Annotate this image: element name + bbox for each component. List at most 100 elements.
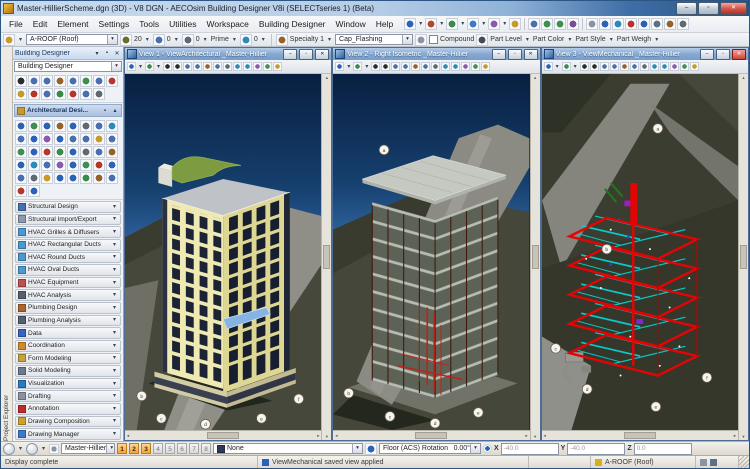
dropdown-arrow-icon[interactable]: ▾ [111, 329, 118, 337]
x-coordinate-input[interactable] [501, 443, 559, 455]
view-toggle-6[interactable]: 6 [177, 443, 187, 454]
view-display-mode-icon[interactable] [127, 62, 136, 71]
tool-icon[interactable] [80, 172, 92, 184]
section-structural-design[interactable]: Structural Design▾ [15, 201, 121, 213]
dropdown-arrow-icon[interactable]: ▾ [137, 61, 144, 73]
scrollbar-thumb[interactable] [323, 245, 330, 269]
menu-file[interactable]: File [4, 17, 28, 32]
cells-icon[interactable] [488, 18, 500, 30]
view-toggle-7[interactable]: 7 [189, 443, 199, 454]
view-toggle-1[interactable]: 1 [117, 443, 127, 454]
view-next-icon[interactable] [660, 62, 669, 71]
clip-volume-icon[interactable] [263, 62, 272, 71]
scroll-up-icon[interactable]: ▲ [533, 75, 537, 80]
pan-view-icon[interactable] [421, 62, 430, 71]
dropdown-arrow-icon[interactable]: ▾ [480, 18, 487, 30]
view-previous-icon[interactable] [441, 62, 450, 71]
acs-rotation-combo[interactable]: Floor (ACS) Rotation 0.00° ▾ [379, 443, 481, 454]
view-1-titlebar[interactable]: View 1 - ViewArchitectural _Master-Hilli… [125, 48, 331, 60]
view-toggle-4[interactable]: 4 [153, 443, 163, 454]
dropdown-arrow-icon[interactable]: ▾ [202, 34, 209, 46]
window-area-icon[interactable] [600, 62, 609, 71]
dropdown-arrow-icon[interactable]: ▾ [111, 380, 118, 388]
view-maximize-button[interactable]: ▫ [299, 49, 313, 60]
view-3-titlebar[interactable]: View 3 - ViewMechanical _Master-Hillier … [542, 48, 748, 60]
dropdown-arrow-icon[interactable]: ▾ [653, 34, 660, 46]
tool-icon[interactable] [93, 75, 105, 87]
scroll-left-icon[interactable]: ◄ [543, 433, 547, 438]
clip-mask-icon[interactable] [273, 62, 282, 71]
tool-icon[interactable] [54, 88, 66, 100]
zoom-radial-button[interactable] [26, 443, 38, 455]
accudraw-origin-icon[interactable] [483, 444, 492, 453]
tool-icon[interactable] [41, 146, 53, 158]
section-solid-modeling[interactable]: Solid Modeling▾ [15, 365, 121, 377]
vertical-scrollbar[interactable]: ▲ ▼ [530, 74, 540, 440]
dropdown-arrow-icon[interactable]: ▾ [111, 215, 118, 223]
scroll-right-icon[interactable]: ► [733, 433, 737, 438]
tool-icon[interactable] [67, 172, 79, 184]
tool-icon[interactable] [93, 146, 105, 158]
tool-icon[interactable] [28, 185, 40, 197]
tool-icon[interactable] [41, 88, 53, 100]
view-close-button[interactable]: ✕ [315, 49, 329, 60]
tool-icon[interactable] [93, 133, 105, 145]
scroll-down-icon[interactable]: ▼ [533, 434, 537, 439]
dropdown-arrow-icon[interactable]: ▾ [111, 279, 118, 287]
save-icon[interactable] [554, 18, 566, 30]
panel-dropdown-icon[interactable]: ▾ [93, 50, 101, 57]
tool-icon[interactable] [28, 146, 40, 158]
tool-icon[interactable] [15, 146, 27, 158]
scrollbar-thumb[interactable] [207, 432, 239, 439]
dropdown-arrow-icon[interactable]: ▾ [111, 417, 118, 425]
view-minimize-button[interactable]: – [283, 49, 297, 60]
tool-icon[interactable] [41, 120, 53, 132]
tool-icon[interactable] [80, 159, 92, 171]
tool-icon[interactable] [41, 159, 53, 171]
tool-icon[interactable] [54, 146, 66, 158]
dropdown-arrow-icon[interactable]: ▾ [111, 304, 118, 312]
architectural-group-header[interactable]: Architectural Desi... ▪ ▴ [14, 104, 122, 117]
walk-icon[interactable] [223, 62, 232, 71]
section-annotation[interactable]: Annotation▾ [15, 403, 121, 415]
dropdown-arrow-icon[interactable]: ▾ [111, 430, 118, 438]
tool-icon[interactable] [15, 172, 27, 184]
tool-icon[interactable] [106, 146, 118, 158]
tool-icon[interactable] [41, 133, 53, 145]
clip-mask-icon[interactable] [481, 62, 490, 71]
section-drafting[interactable]: Drafting▾ [15, 390, 121, 402]
view-toggle-2[interactable]: 2 [129, 443, 139, 454]
dropdown-arrow-icon[interactable]: ▾ [572, 61, 579, 73]
dropdown-arrow-icon[interactable]: ▾ [106, 444, 115, 453]
scrollbar-thumb[interactable] [532, 245, 539, 269]
view-groups-icon[interactable] [638, 18, 650, 30]
view-next-icon[interactable] [451, 62, 460, 71]
section-hvac-oval-ducts[interactable]: HVAC Oval Ducts▾ [15, 264, 121, 276]
compound-checkbox[interactable] [429, 35, 438, 44]
dropdown-arrow-icon[interactable]: ▾ [111, 367, 118, 375]
copy-view-icon[interactable] [670, 62, 679, 71]
vertical-scrollbar[interactable]: ▲ ▼ [321, 74, 331, 440]
dropdown-arrow-icon[interactable]: ▾ [111, 253, 118, 261]
properties-icon[interactable] [599, 18, 611, 30]
section-hvac-grilles[interactable]: HVAC Grilles & Diffusers▾ [15, 226, 121, 238]
tool-icon[interactable] [93, 172, 105, 184]
walk-icon[interactable] [431, 62, 440, 71]
section-form-modeling[interactable]: Form Modeling▾ [15, 353, 121, 365]
selection-tool-icon[interactable] [15, 75, 27, 87]
pan-view-icon[interactable] [630, 62, 639, 71]
dropdown-arrow-icon[interactable]: ▾ [111, 266, 118, 274]
tool-icon[interactable] [28, 88, 40, 100]
datasets-icon[interactable] [664, 18, 676, 30]
menu-building-designer[interactable]: Building Designer [254, 17, 331, 32]
tool-icon[interactable] [28, 120, 40, 132]
pen-icon[interactable] [276, 34, 288, 46]
zoom-in-icon[interactable] [371, 62, 380, 71]
tool-icon[interactable] [67, 75, 79, 87]
accudraw-icon[interactable] [651, 18, 663, 30]
view-display-mode-icon[interactable] [544, 62, 553, 71]
menu-utilities[interactable]: Utilities [164, 17, 201, 32]
clip-mask-icon[interactable] [690, 62, 699, 71]
dropdown-arrow-icon[interactable]: ▾ [111, 203, 118, 211]
text-tool-icon[interactable] [67, 88, 79, 100]
